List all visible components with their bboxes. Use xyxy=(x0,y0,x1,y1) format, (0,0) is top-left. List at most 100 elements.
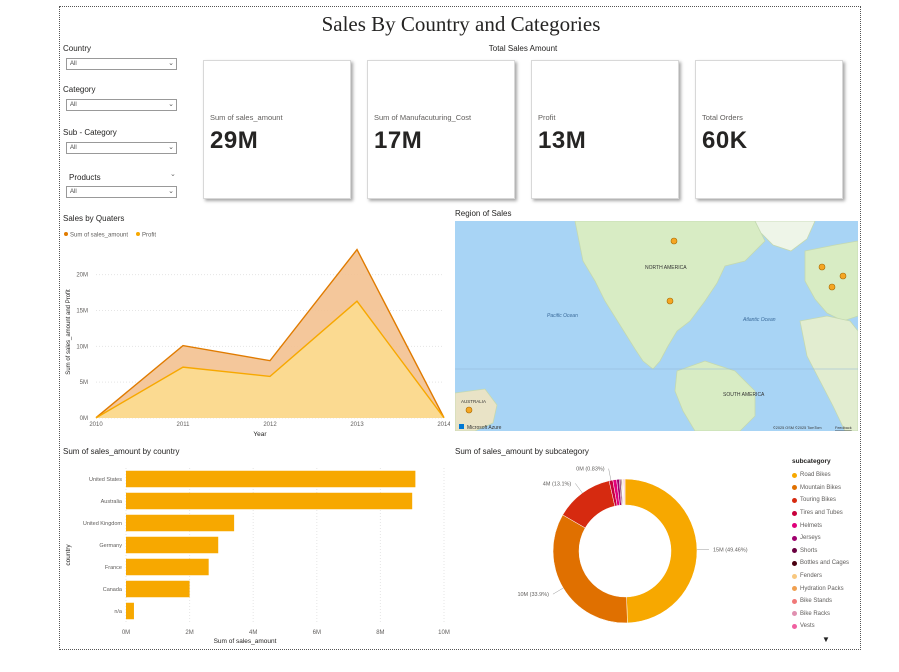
country-slicer[interactable]: All ⌄ xyxy=(66,58,177,70)
data-label: 15M (49.46%) xyxy=(713,548,748,554)
map-title: Region of Sales xyxy=(455,209,512,218)
donut-chart[interactable]: 15M (49.46%) 10M (33.9%) 4M (13.1%) 0M (0.8… xyxy=(455,460,785,645)
legend-item[interactable]: Touring Bikes xyxy=(792,494,862,507)
legend-item[interactable]: Bike Racks xyxy=(792,608,862,621)
card-sales-amount[interactable]: Sum of sales_amount 29M xyxy=(203,60,351,199)
legend-item[interactable]: Jerseys xyxy=(792,532,862,545)
x-tick-label: 2010 xyxy=(89,422,103,428)
y-tick-label: Canada xyxy=(103,587,123,593)
legend-item-label: Jerseys xyxy=(800,535,821,542)
microsoft-azure-logo-icon xyxy=(459,424,464,429)
bar-chart[interactable]: 0M 2M 4M 6M 8M 10M United States Australia Unite… xyxy=(60,460,455,648)
x-tick-label: 2M xyxy=(185,630,193,636)
y-axis-label: Sum of sales_amount and Profit xyxy=(66,289,72,375)
donut-slice xyxy=(552,514,628,624)
data-label: 10M (33.9%) xyxy=(517,592,549,598)
legend-label: Profit xyxy=(142,233,156,239)
y-tick-label: 15M xyxy=(76,309,88,315)
legend-item[interactable]: Tires and Tubes xyxy=(792,507,862,520)
y-tick-label: 0M xyxy=(80,416,88,422)
legend-item[interactable]: Road Bikes xyxy=(792,469,862,482)
x-tick-label: 2012 xyxy=(263,422,277,428)
legend-marker xyxy=(64,232,68,236)
map-marker xyxy=(818,263,826,271)
bar xyxy=(126,602,134,620)
chevron-down-icon: ⌄ xyxy=(168,144,174,151)
legend-marker xyxy=(136,232,140,236)
legend-item[interactable]: Fenders xyxy=(792,570,862,583)
y-tick-label: Australia xyxy=(101,499,123,505)
y-tick-label: France xyxy=(105,565,122,571)
legend-item-label: Vests xyxy=(800,623,815,630)
legend-dot-icon xyxy=(792,548,797,554)
data-label-leader xyxy=(575,483,583,494)
card-label: Sum of Manufacuturing_Cost xyxy=(374,113,472,122)
legend-item[interactable]: Bottles and Cages xyxy=(792,557,862,570)
card-manufacturing-cost[interactable]: Sum of Manufacuturing_Cost 17M xyxy=(367,60,515,199)
category-slicer-label: Category xyxy=(63,85,96,94)
legend-item[interactable]: Mountain Bikes xyxy=(792,482,862,495)
legend-dot-icon xyxy=(792,623,797,629)
sales-map[interactable]: NORTH AMERICA Pacific Ocean Atlantic Oce… xyxy=(455,221,858,431)
x-axis-label: Year xyxy=(253,431,267,438)
map-feedback-link: Feedback xyxy=(835,426,852,430)
bar xyxy=(126,470,416,488)
x-tick-label: 2013 xyxy=(350,422,364,428)
bar xyxy=(126,580,190,598)
legend-dot-icon xyxy=(792,535,797,541)
legend-dot-icon xyxy=(792,497,797,503)
map-marker xyxy=(670,237,678,245)
legend-item-label: Helmets xyxy=(800,522,823,529)
legend-item[interactable]: Vests xyxy=(792,620,862,633)
map-marker xyxy=(465,406,473,414)
x-axis-label: Sum of sales_amount xyxy=(214,638,277,645)
legend-item[interactable]: Bike Stands xyxy=(792,595,862,608)
legend-item[interactable]: Shorts xyxy=(792,545,862,558)
legend-item-label: Hydration Packs xyxy=(800,585,844,592)
subcategory-slicer[interactable]: All ⌄ xyxy=(66,142,177,154)
bar xyxy=(126,536,219,554)
subcategory-slicer-label: Sub - Category xyxy=(63,128,117,137)
products-slicer-value: All xyxy=(70,189,77,195)
legend-item-label: Bike Stands xyxy=(800,598,833,605)
map-marker xyxy=(666,297,674,305)
legend-item-label: Road Bikes xyxy=(800,472,831,479)
card-label: Total Orders xyxy=(702,113,743,122)
legend-dot-icon xyxy=(792,485,797,491)
donut-slice xyxy=(624,478,698,624)
legend-label: Sum of sales_amount xyxy=(70,233,128,239)
x-tick-label: 8M xyxy=(376,630,384,636)
y-tick-label: Germany xyxy=(99,543,122,549)
data-label: 4M (13.1%) xyxy=(543,481,572,487)
x-tick-label: 4M xyxy=(249,630,257,636)
products-slicer[interactable]: All ⌄ xyxy=(66,186,177,198)
legend-dot-icon xyxy=(792,560,797,566)
y-axis-label: country xyxy=(65,544,72,566)
donut-chart-title: Sum of sales_amount by subcategory xyxy=(455,447,589,456)
x-tick-label: 10M xyxy=(438,630,450,636)
map-marker xyxy=(839,272,847,280)
legend-item[interactable]: Helmets xyxy=(792,519,862,532)
x-tick-label: 6M xyxy=(313,630,321,636)
card-value: 13M xyxy=(538,127,587,154)
y-tick-label: United Kingdom xyxy=(83,521,123,527)
y-tick-label: n/a xyxy=(114,609,123,615)
card-total-orders[interactable]: Total Orders 60K xyxy=(695,60,843,199)
legend-dot-icon xyxy=(792,586,797,592)
map-marker xyxy=(828,283,836,291)
legend-scroll-down-icon[interactable]: ▼ xyxy=(822,635,830,644)
card-value: 60K xyxy=(702,127,748,154)
legend-dot-icon xyxy=(792,523,797,529)
map-logo-text: Microsoft Azure xyxy=(467,425,502,431)
legend-item[interactable]: Hydration Packs xyxy=(792,582,862,595)
category-slicer-value: All xyxy=(70,102,77,108)
category-slicer[interactable]: All ⌄ xyxy=(66,99,177,111)
area-chart[interactable]: Sum of sales_amount Profit 0M 5M 10M 15M 20M 20… xyxy=(60,226,450,442)
legend-dot-icon xyxy=(792,611,797,617)
legend-dot-icon xyxy=(792,573,797,579)
chevron-down-icon[interactable]: ⌄ xyxy=(170,170,176,178)
card-profit[interactable]: Profit 13M xyxy=(531,60,679,199)
legend-dot-icon xyxy=(792,472,797,478)
bar xyxy=(126,514,235,532)
x-tick-label: 2014 xyxy=(437,422,450,428)
